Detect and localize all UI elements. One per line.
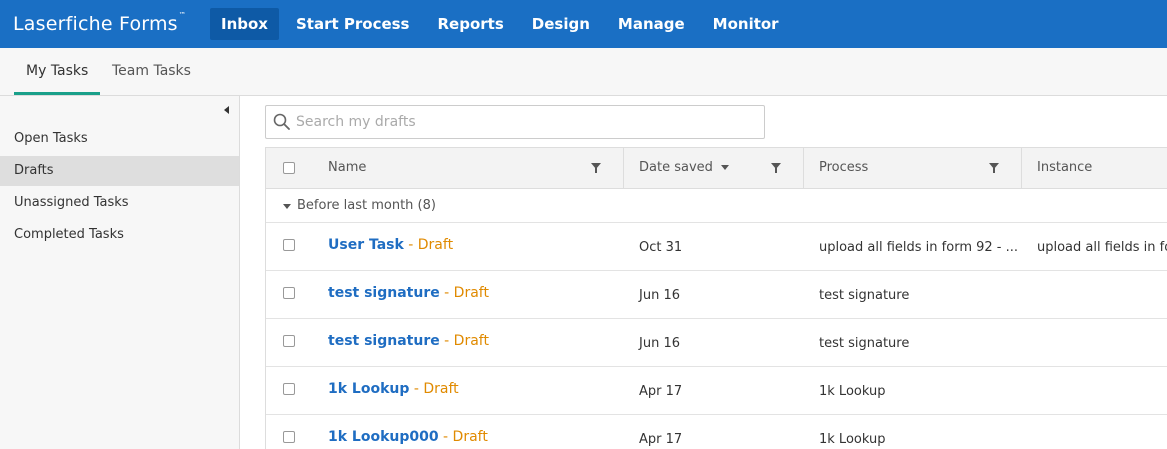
column-divider	[803, 148, 804, 188]
group-before-last-month[interactable]: Before last month (8)	[266, 189, 1167, 223]
row-instance: upload all fields in for	[1037, 240, 1167, 255]
row-process: test signature	[819, 288, 910, 303]
sidebar-item-drafts[interactable]: Drafts	[0, 156, 239, 186]
group-label: Before last month (8)	[297, 198, 436, 213]
sidebar-item-unassigned-tasks[interactable]: Unassigned Tasks	[0, 188, 239, 218]
group-collapse-icon	[283, 204, 291, 209]
task-link[interactable]: 1k Lookup000	[328, 429, 439, 445]
column-divider	[1021, 148, 1022, 188]
nav-monitor[interactable]: Monitor	[702, 8, 790, 40]
sidebar: Open Tasks Drafts Unassigned Tasks Compl…	[0, 96, 240, 449]
row-checkbox[interactable]	[283, 383, 295, 395]
column-header-process[interactable]: Process	[819, 148, 868, 188]
task-link[interactable]: 1k Lookup	[328, 381, 409, 397]
column-header-name[interactable]: Name	[328, 148, 366, 188]
main-nav: Inbox Start Process Reports Design Manag…	[210, 8, 796, 40]
row-checkbox[interactable]	[283, 239, 295, 251]
row-process: upload all fields in form 92 - ...	[819, 240, 1019, 255]
process-filter-icon[interactable]	[989, 163, 999, 173]
row-name: test signature - Draft	[328, 285, 489, 301]
app-logo[interactable]: Laserfiche Forms™	[13, 10, 186, 35]
tab-team-tasks[interactable]: Team Tasks	[100, 48, 203, 95]
table-row: 1k Lookup000 - Draft Apr 17 1k Lookup	[266, 415, 1167, 449]
sidebar-item-open-tasks[interactable]: Open Tasks	[0, 124, 239, 154]
row-name: User Task - Draft	[328, 237, 453, 253]
nav-design[interactable]: Design	[521, 8, 601, 40]
drafts-grid: Name Date saved Process Instance Before …	[265, 147, 1167, 449]
grid-header: Name Date saved Process Instance	[266, 147, 1167, 189]
top-navbar: Laserfiche Forms™ Inbox Start Process Re…	[0, 0, 1167, 48]
row-checkbox[interactable]	[283, 431, 295, 443]
row-name: test signature - Draft	[328, 333, 489, 349]
select-all-checkbox[interactable]	[283, 162, 295, 174]
row-name: 1k Lookup000 - Draft	[328, 429, 488, 445]
task-link[interactable]: test signature	[328, 333, 440, 349]
name-filter-icon[interactable]	[591, 163, 601, 173]
date-filter-icon[interactable]	[771, 163, 781, 173]
row-checkbox[interactable]	[283, 287, 295, 299]
nav-reports[interactable]: Reports	[427, 8, 515, 40]
date-saved-label: Date saved	[639, 160, 713, 175]
row-process: 1k Lookup	[819, 384, 886, 399]
task-tabs: My Tasks Team Tasks	[0, 48, 1167, 96]
row-name: 1k Lookup - Draft	[328, 381, 459, 397]
task-link[interactable]: test signature	[328, 285, 440, 301]
nav-start-process[interactable]: Start Process	[285, 8, 421, 40]
search-icon	[273, 113, 290, 130]
table-row: User Task - Draft Oct 31 upload all fiel…	[266, 223, 1167, 271]
draft-label: - Draft	[439, 333, 489, 349]
app-brand-name: Laserfiche Forms	[13, 13, 178, 35]
row-checkbox[interactable]	[283, 335, 295, 347]
nav-manage[interactable]: Manage	[607, 8, 696, 40]
column-header-date-saved[interactable]: Date saved	[639, 148, 729, 188]
sort-desc-icon	[720, 165, 729, 170]
row-date: Apr 17	[639, 432, 683, 447]
tab-my-tasks[interactable]: My Tasks	[14, 48, 101, 95]
row-date: Jun 16	[639, 336, 680, 351]
search-box	[265, 105, 765, 139]
search-input[interactable]	[296, 107, 756, 137]
draft-label: - Draft	[439, 285, 489, 301]
trademark: ™	[178, 10, 186, 19]
row-process: 1k Lookup	[819, 432, 886, 447]
row-date: Oct 31	[639, 240, 683, 255]
column-divider	[623, 148, 624, 188]
nav-inbox[interactable]: Inbox	[210, 8, 279, 40]
table-row: test signature - Draft Jun 16 test signa…	[266, 271, 1167, 319]
task-link[interactable]: User Task	[328, 237, 404, 253]
draft-label: - Draft	[409, 381, 459, 397]
column-header-instance[interactable]: Instance	[1037, 148, 1092, 188]
table-row: 1k Lookup - Draft Apr 17 1k Lookup	[266, 367, 1167, 415]
sidebar-item-completed-tasks[interactable]: Completed Tasks	[0, 220, 239, 250]
row-date: Jun 16	[639, 288, 680, 303]
row-process: test signature	[819, 336, 910, 351]
draft-label: - Draft	[403, 237, 454, 253]
collapse-sidebar-icon[interactable]	[224, 106, 229, 114]
draft-label: - Draft	[438, 429, 488, 445]
row-date: Apr 17	[639, 384, 683, 399]
table-row: test signature - Draft Jun 16 test signa…	[266, 319, 1167, 367]
